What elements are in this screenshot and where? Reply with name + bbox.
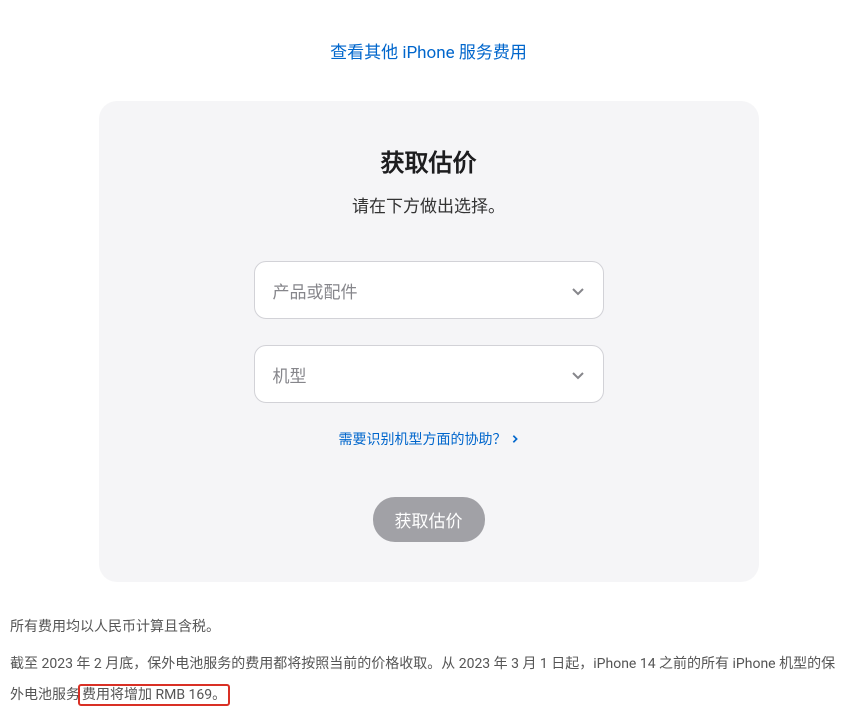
footer-line-1: 所有费用均以人民币计算且含税。	[10, 612, 847, 643]
model-select-wrap: 机型	[254, 345, 604, 403]
card-title: 获取估价	[139, 143, 719, 178]
get-estimate-button[interactable]: 获取估价	[373, 497, 485, 542]
footer-text: 所有费用均以人民币计算且含税。 截至 2023 年 2 月底，保外电池服务的费用…	[0, 582, 857, 710]
estimate-card: 获取估价 请在下方做出选择。 产品或配件 机型 需要识别机型方面的协助？	[99, 101, 759, 582]
view-other-services-link[interactable]: 查看其他 iPhone 服务费用	[330, 43, 527, 63]
chevron-down-icon	[571, 367, 585, 381]
product-select-wrap: 产品或配件	[254, 261, 604, 319]
product-select-placeholder: 产品或配件	[273, 278, 358, 303]
chevron-right-icon	[511, 434, 519, 444]
price-increase-highlight: 费用将增加 RMB 169。	[78, 684, 230, 706]
footer-line-2: 截至 2023 年 2 月底，保外电池服务的费用都将按照当前的价格收取。从 20…	[10, 649, 847, 710]
chevron-down-icon	[571, 283, 585, 297]
identify-model-help-link[interactable]: 需要识别机型方面的协助？	[339, 429, 519, 449]
top-link-container: 查看其他 iPhone 服务费用	[0, 38, 857, 63]
model-select[interactable]: 机型	[254, 345, 604, 403]
help-link-label: 需要识别机型方面的协助？	[339, 429, 507, 449]
card-subtitle: 请在下方做出选择。	[139, 192, 719, 217]
product-select[interactable]: 产品或配件	[254, 261, 604, 319]
model-select-placeholder: 机型	[273, 362, 307, 387]
